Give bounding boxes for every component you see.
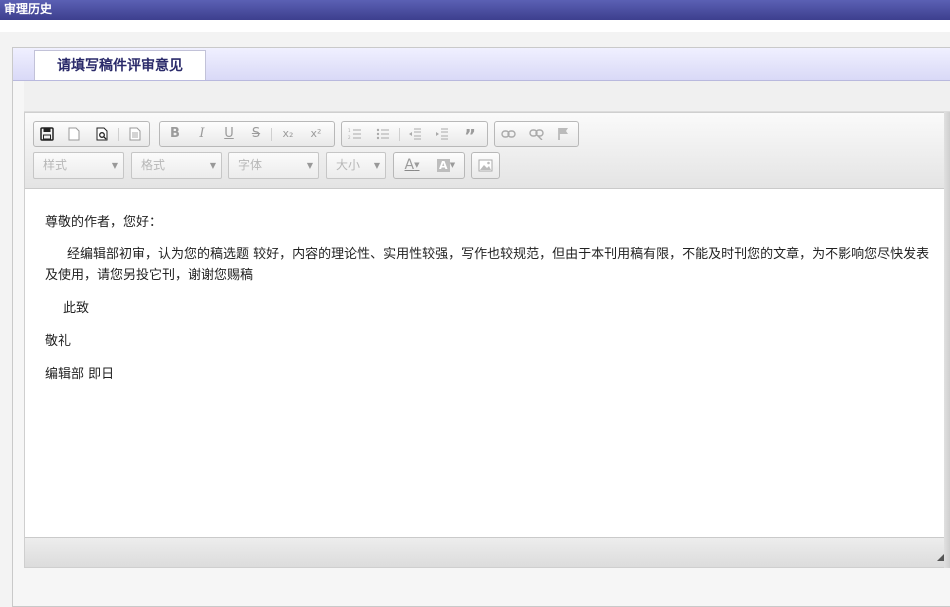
- increase-indent-icon[interactable]: [432, 124, 452, 144]
- text-color-icon[interactable]: A▼: [399, 155, 425, 175]
- image-icon[interactable]: [475, 155, 495, 175]
- toolbar-group-colors: A▼ A ▼: [393, 152, 465, 179]
- letter-body-line-1: 经编辑部初审，认为您的稿选题 较好，内容的理论性、实用性较强，写作也较规范，但由…: [67, 247, 930, 262]
- bulleted-list-icon[interactable]: [373, 124, 393, 144]
- letter-closing-1: 此致: [63, 301, 90, 316]
- toolbar-separator: [118, 128, 119, 141]
- italic-icon[interactable]: I: [192, 124, 212, 144]
- font-combo-label: 字体: [238, 158, 263, 172]
- editor-content[interactable]: 尊敬的作者，您好： 经编辑部初审，认为您的稿选题 较好，内容的理论性、实用性较强…: [25, 189, 949, 539]
- editor-toolbar: B I U S x₂ x² 12 ” 样式 ▼ 格式 ▼ 字体 ▼ 大小 ▼ A…: [25, 113, 949, 189]
- letter-signature: 编辑部 即日: [45, 367, 115, 382]
- tab-label: 请填写稿件评审意见: [57, 58, 183, 74]
- styles-combo[interactable]: 样式 ▼: [33, 152, 124, 179]
- size-combo[interactable]: 大小 ▼: [326, 152, 386, 179]
- tab-review-opinion[interactable]: 请填写稿件评审意见: [34, 50, 206, 80]
- underline-icon[interactable]: U: [219, 124, 239, 144]
- window-title-bar: 审理历史: [0, 0, 950, 20]
- save-icon[interactable]: [37, 124, 57, 144]
- rich-text-editor: B I U S x₂ x² 12 ” 样式 ▼ 格式 ▼ 字体 ▼ 大小 ▼ A…: [24, 112, 950, 568]
- chevron-down-icon: ▼: [373, 161, 380, 170]
- templates-icon[interactable]: [125, 124, 145, 144]
- window-title: 审理历史: [4, 2, 53, 16]
- svg-text:1: 1: [348, 128, 351, 133]
- editor-right-edge: [944, 112, 950, 568]
- preview-icon[interactable]: [92, 124, 112, 144]
- subscript-icon[interactable]: x₂: [278, 124, 298, 144]
- toolbar-group-insert: [471, 152, 500, 179]
- background-color-glyph: A: [436, 158, 450, 172]
- new-page-icon[interactable]: [64, 124, 84, 144]
- bold-icon[interactable]: B: [165, 124, 185, 144]
- chevron-down-icon: ▼: [111, 161, 118, 170]
- toolbar-separator: [399, 128, 400, 141]
- chevron-down-icon: ▼: [209, 161, 216, 170]
- link-icon[interactable]: [498, 124, 518, 144]
- background-color-icon[interactable]: A ▼: [432, 155, 460, 175]
- size-combo-label: 大小: [336, 158, 361, 172]
- blockquote-icon[interactable]: ”: [460, 124, 480, 147]
- superscript-icon[interactable]: x²: [306, 124, 326, 144]
- toolbar-group-paragraph: 12 ”: [341, 121, 488, 147]
- styles-combo-label: 样式: [43, 158, 68, 172]
- format-combo-label: 格式: [141, 158, 166, 172]
- text-color-glyph: A: [404, 157, 415, 173]
- toolbar-group-document: [33, 121, 150, 147]
- toolbar-group-basic-styles: B I U S x₂ x²: [159, 121, 335, 147]
- strikethrough-icon[interactable]: S: [246, 124, 266, 144]
- letter-body-line-2: 及使用，请您另投它刊，谢谢您赐稿: [45, 268, 254, 283]
- anchor-flag-icon[interactable]: [553, 124, 573, 144]
- toolbar-separator: [271, 128, 272, 141]
- format-combo[interactable]: 格式 ▼: [131, 152, 222, 179]
- editor-top-band: [24, 81, 950, 112]
- letter-greeting: 尊敬的作者，您好：: [45, 215, 163, 230]
- chevron-down-icon: ▼: [306, 161, 313, 170]
- unlink-icon[interactable]: [526, 124, 546, 144]
- font-combo[interactable]: 字体 ▼: [228, 152, 319, 179]
- decrease-indent-icon[interactable]: [405, 124, 425, 144]
- svg-text:2: 2: [348, 135, 351, 140]
- letter-closing-2: 敬礼: [45, 334, 72, 349]
- top-strip: [0, 20, 950, 32]
- toolbar-group-links: [494, 121, 579, 147]
- editor-status-bar: [25, 537, 949, 567]
- numbered-list-icon[interactable]: 12: [345, 124, 365, 144]
